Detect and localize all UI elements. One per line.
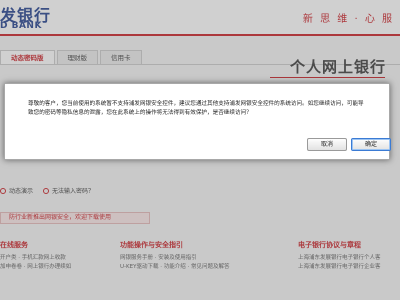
- cancel-button[interactable]: 取消: [307, 138, 347, 151]
- security-warning-dialog: 尊敬的客户，您当前使用的系统暂不支持浦发网银安全控件，建议您通过其他支持浦发网银…: [4, 83, 391, 160]
- ok-button[interactable]: 确定: [351, 138, 391, 151]
- dialog-message: 尊敬的客户，您当前使用的系统暂不支持浦发网银安全控件，建议您通过其他支持浦发网银…: [28, 101, 364, 116]
